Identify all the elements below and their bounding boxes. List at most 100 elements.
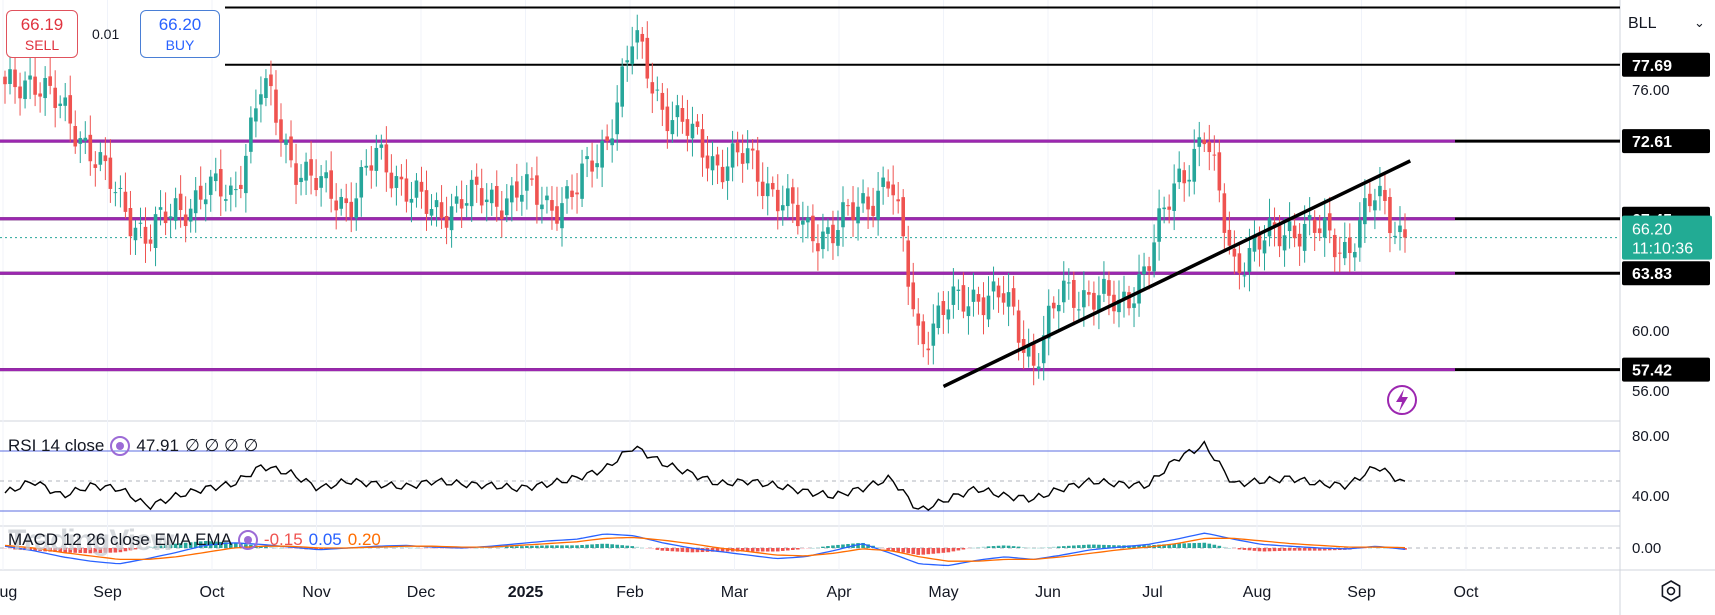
candle	[8, 53, 12, 95]
price-tick-label: 60.00	[1632, 323, 1670, 340]
candle-body	[1393, 235, 1397, 237]
macd-histogram-bar	[1252, 548, 1257, 551]
macd-histogram-bar	[414, 547, 419, 549]
candle-body	[83, 137, 88, 141]
candle-body	[394, 176, 399, 188]
candle-body	[118, 187, 123, 189]
candle-body	[550, 200, 554, 211]
macd-histogram-bar	[665, 548, 670, 551]
horizontal-levels[interactable]: 77.6972.6167.4563.8357.4266.2011:10:36	[0, 6, 1712, 382]
candle-body	[1282, 235, 1287, 251]
candle-body	[334, 200, 338, 211]
macd-legend[interactable]: MACD 12 26 close EMA EMA -0.15 0.05 0.20	[8, 530, 381, 550]
candle-body	[891, 184, 895, 196]
candle	[284, 133, 288, 164]
candle-body	[163, 211, 168, 224]
price-level-label-text: 63.83	[1632, 266, 1672, 283]
macd-histogram-bar	[821, 546, 825, 548]
candle-body	[605, 136, 609, 141]
candle-body	[1317, 228, 1322, 234]
candle-body	[670, 120, 675, 135]
macd-histogram-bar	[399, 547, 404, 548]
macd-histogram-bar	[1383, 547, 1387, 549]
candle	[183, 196, 188, 243]
candle-body	[831, 224, 835, 244]
candle	[535, 156, 539, 224]
candle-body	[1177, 168, 1181, 183]
indicator-settings-icon[interactable]	[237, 530, 258, 550]
candle	[269, 60, 273, 106]
candle-body	[575, 192, 579, 195]
symbol-selector[interactable]: BLL ⌄	[1622, 6, 1712, 42]
candle	[1056, 289, 1061, 331]
candle-body	[324, 172, 328, 179]
candle	[304, 152, 308, 195]
spread-value: 0.01	[92, 26, 120, 42]
candle	[530, 167, 534, 186]
rsi-legend[interactable]: RSI 14 close 47.91 ∅ ∅ ∅ ∅	[8, 436, 258, 456]
candle-body	[314, 178, 318, 191]
candle-body	[1383, 189, 1387, 201]
candle	[48, 57, 52, 95]
macd-histogram-bar	[409, 547, 414, 549]
candle	[620, 58, 625, 118]
macd-histogram-bar	[555, 545, 559, 548]
candle	[735, 131, 740, 167]
candle	[239, 165, 243, 199]
candle-body	[434, 200, 439, 208]
candle	[866, 187, 870, 229]
lightning-icon[interactable]	[1387, 385, 1417, 415]
candle	[1072, 271, 1076, 326]
candle	[806, 205, 810, 239]
candle	[414, 173, 419, 208]
candle-body	[585, 156, 589, 160]
price-level-label: 63.83	[1622, 261, 1710, 286]
indicator-settings-icon[interactable]	[110, 436, 131, 456]
candle	[720, 149, 725, 189]
time-tick-label: Apr	[827, 584, 853, 601]
price-chart[interactable]: 77.6972.6167.4563.8357.4266.2011:10:36 A…	[0, 0, 1715, 615]
candle	[1182, 162, 1187, 202]
candle	[469, 170, 474, 222]
candle-body	[504, 198, 509, 216]
macd-histogram-bar	[595, 544, 599, 548]
candle-body	[1222, 193, 1227, 233]
candle	[680, 95, 685, 134]
candle-body	[1307, 215, 1312, 220]
candle-body	[399, 176, 404, 180]
macd-histogram-bar	[685, 548, 690, 553]
candle	[976, 286, 981, 315]
candle	[138, 207, 143, 237]
candle	[98, 142, 103, 172]
candle	[936, 292, 941, 335]
candle-body	[344, 198, 349, 204]
candle-body	[956, 289, 961, 291]
candle	[88, 115, 93, 176]
time-tick-label: Mar	[721, 584, 749, 601]
rsi-extra: ∅ ∅ ∅ ∅	[184, 436, 259, 455]
candle	[449, 193, 454, 248]
macd-histogram-bar	[1292, 548, 1297, 551]
candle-body	[1152, 242, 1156, 272]
macd-histogram-bar	[575, 545, 579, 548]
candle	[630, 26, 635, 75]
candle-body	[289, 136, 293, 161]
candle	[856, 187, 860, 241]
candle-body	[1182, 170, 1187, 184]
candle	[1036, 353, 1041, 379]
candle-body	[560, 203, 564, 229]
candle	[1398, 206, 1402, 251]
candle	[1383, 172, 1387, 215]
buy-button[interactable]: 66.20 BUY	[140, 10, 220, 58]
candle-body	[18, 86, 22, 99]
sell-button[interactable]: 66.19 SELL	[6, 10, 78, 58]
candle-body	[364, 165, 369, 168]
candle-body	[901, 197, 906, 237]
candle	[28, 57, 32, 100]
macd-histogram-bar	[1217, 545, 1222, 548]
candle-body	[329, 170, 333, 199]
candle-body	[123, 191, 128, 212]
candle	[38, 82, 42, 113]
settings-icon[interactable]	[1660, 580, 1682, 602]
candle-body	[354, 198, 359, 219]
